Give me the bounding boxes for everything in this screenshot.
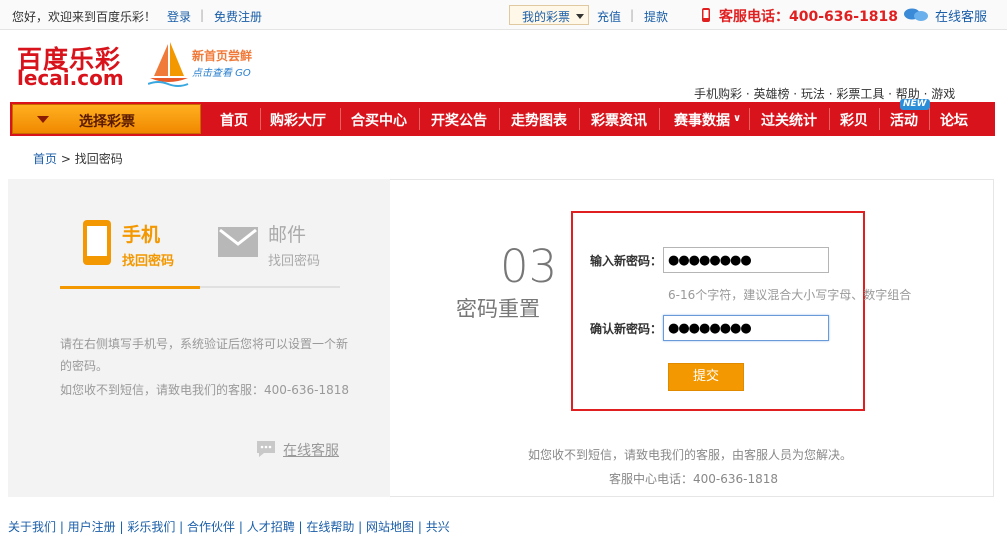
nav-item-group-buy[interactable]: 合买中心 bbox=[351, 110, 407, 130]
login-link[interactable]: 登录 bbox=[167, 8, 191, 25]
select-lottery-label: 选择彩票 bbox=[79, 114, 135, 130]
confirm-password-input[interactable]: ●●●●●●●● bbox=[663, 315, 829, 341]
chat-icon bbox=[904, 8, 928, 21]
online-service-link[interactable]: 在线客服 bbox=[935, 6, 987, 25]
logo-domain[interactable]: lecai.com bbox=[17, 66, 124, 90]
chevron-down-icon: ∨ bbox=[733, 113, 742, 124]
breadcrumb-current: 找回密码 bbox=[74, 152, 123, 166]
help-note: 如您收不到短信，请致电我们的客服，由客服人员为您解决。 bbox=[528, 448, 853, 462]
breadcrumb: 首页 > 找回密码 bbox=[33, 150, 123, 167]
new-password-label: 输入新密码： bbox=[590, 254, 663, 268]
promo-line2: 点击查看 GO bbox=[192, 67, 251, 79]
hotline-text: 客服电话：400-636-1818 bbox=[719, 9, 899, 25]
new-password-input[interactable]: ●●●●●●●● bbox=[663, 247, 829, 273]
online-service-link[interactable]: 在线客服 bbox=[283, 440, 339, 460]
tab-active-indicator bbox=[60, 286, 200, 289]
mobile-phone-icon[interactable] bbox=[83, 220, 111, 265]
nav-divider bbox=[499, 108, 500, 130]
nav-divider bbox=[659, 108, 660, 130]
nav-item-forum[interactable]: 论坛 bbox=[940, 110, 968, 130]
nav-item-match-data[interactable]: 赛事数据 bbox=[674, 110, 730, 130]
nav-item-caibei[interactable]: 彩贝 bbox=[840, 110, 868, 130]
nav-divider bbox=[579, 108, 580, 130]
promo-boat-banner[interactable]: 新首页尝鲜 点击查看 GO bbox=[148, 40, 260, 90]
nav-item-trend[interactable]: 走势图表 bbox=[511, 110, 567, 130]
tab-phone-subtitle[interactable]: 找回密码 bbox=[122, 250, 174, 269]
phone-icon bbox=[702, 8, 710, 22]
triangle-down-icon bbox=[37, 116, 49, 123]
tab-mail-subtitle[interactable]: 找回密码 bbox=[268, 250, 320, 269]
confirm-password-label: 确认新密码： bbox=[590, 322, 663, 336]
submit-button[interactable]: 提交 bbox=[668, 363, 744, 391]
tab-phone-title[interactable]: 手机 bbox=[122, 220, 160, 247]
nav-divider bbox=[879, 108, 880, 130]
my-lottery-dropdown[interactable]: 我的彩票 bbox=[509, 5, 589, 25]
nav-item-news[interactable]: 彩票资讯 bbox=[591, 110, 647, 130]
nav-divider bbox=[260, 108, 261, 130]
nav-item-home[interactable]: 首页 bbox=[220, 110, 248, 130]
nav-divider bbox=[340, 108, 341, 130]
tab-mail-title[interactable]: 邮件 bbox=[268, 220, 306, 247]
nav-divider bbox=[829, 108, 830, 130]
step-label: 密码重置 bbox=[456, 297, 540, 321]
password-hint: 6-16个字符，建议混合大小写字母、数字组合 bbox=[668, 288, 912, 302]
my-lottery-label: 我的彩票 bbox=[522, 10, 571, 24]
recharge-link[interactable]: 充值 bbox=[597, 8, 621, 25]
nav-item-hall[interactable]: 购彩大厅 bbox=[270, 110, 326, 130]
breadcrumb-home[interactable]: 首页 bbox=[33, 152, 57, 166]
nav-divider bbox=[749, 108, 750, 130]
nav-item-stats[interactable]: 过关统计 bbox=[761, 110, 817, 130]
greeting-text: 您好，欢迎来到百度乐彩！ bbox=[12, 10, 157, 24]
select-lottery-button[interactable]: 选择彩票 bbox=[12, 104, 201, 134]
instruction-text: 请在右侧填写手机号，系统验证后您将可以设置一个新的密码。 bbox=[60, 337, 349, 373]
mail-icon[interactable] bbox=[218, 227, 258, 257]
step-number: 03 bbox=[500, 240, 558, 293]
withdraw-link[interactable]: 提款 bbox=[644, 8, 668, 25]
new-badge: NEW bbox=[900, 99, 930, 110]
service-phone: 客服中心电话：400-636-1818 bbox=[609, 472, 779, 486]
promo-line1: 新首页尝鲜 bbox=[192, 48, 252, 63]
register-link[interactable]: 免费注册 bbox=[214, 8, 262, 25]
divider: | bbox=[200, 8, 205, 22]
nav-item-activity[interactable]: 活动 bbox=[890, 110, 918, 130]
divider: | bbox=[630, 8, 635, 22]
breadcrumb-separator: > bbox=[60, 152, 71, 166]
sms-help-text: 如您收不到短信，请致电我们的客服：400-636-1818 bbox=[60, 383, 350, 397]
chevron-down-icon bbox=[576, 14, 584, 19]
nav-divider bbox=[419, 108, 420, 130]
top-bar: 您好，欢迎来到百度乐彩！ 登录 | 免费注册 我的彩票 充值 | 提款 客服电话… bbox=[0, 0, 1007, 30]
chat-bubble-icon bbox=[257, 441, 275, 457]
nav-item-results[interactable]: 开奖公告 bbox=[431, 110, 487, 130]
nav-divider bbox=[929, 108, 930, 130]
